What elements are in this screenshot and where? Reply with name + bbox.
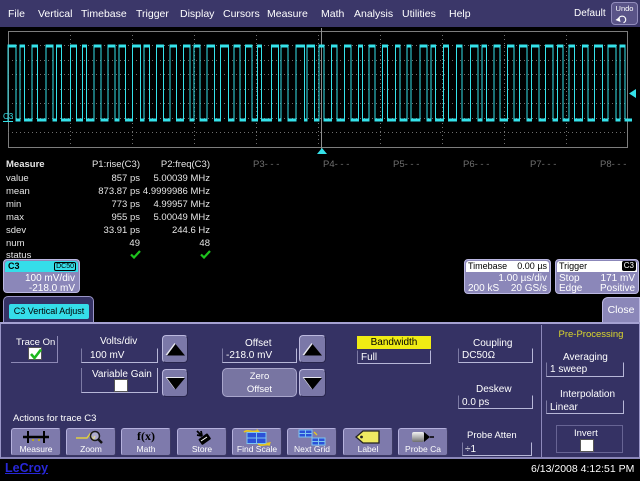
svg-text:C3: C3: [3, 112, 14, 121]
